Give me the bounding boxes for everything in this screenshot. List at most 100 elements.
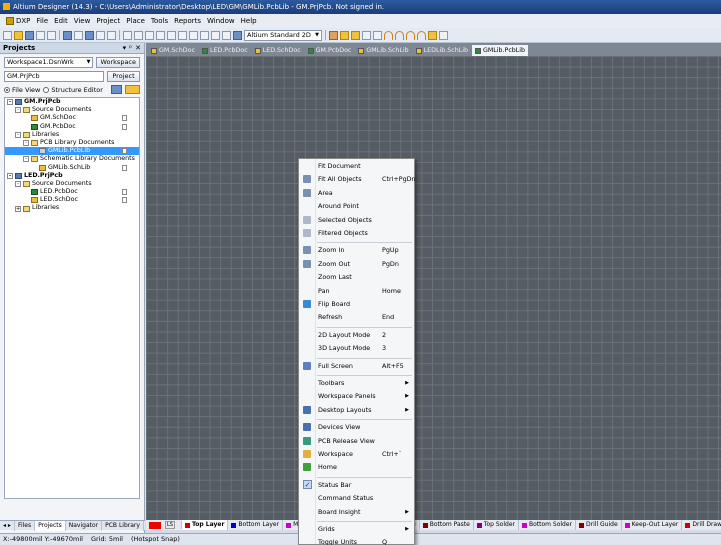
tree-item-libraries[interactable]: - Libraries	[5, 131, 139, 139]
workspace-button[interactable]: Workspace	[96, 57, 140, 68]
device-view-icon[interactable]	[63, 30, 72, 40]
tree-item-pcb-library-documents[interactable]: - PCB Library Documents	[5, 139, 139, 147]
paste-icon[interactable]	[145, 30, 154, 40]
zoom-fit-icon[interactable]	[85, 30, 94, 40]
project-options-icon[interactable]	[125, 85, 140, 94]
tree-item-led-schdoc[interactable]: LED.SchDoc	[5, 196, 139, 204]
zoom-selected-icon[interactable]	[107, 30, 116, 40]
layer-tab-top-solder[interactable]: Top Solder	[474, 520, 519, 530]
panel-tab-files[interactable]: Files	[15, 520, 36, 531]
menu-reports[interactable]: Reports	[171, 17, 204, 25]
menu-icon[interactable]: ▾	[123, 44, 127, 52]
project-field[interactable]: GM.PrjPcb	[4, 71, 104, 82]
arc-any-angle-icon[interactable]	[406, 30, 415, 40]
zoom-area-tool-icon[interactable]	[96, 30, 105, 40]
menu-item-home[interactable]: Home	[299, 461, 414, 473]
menu-item-pan[interactable]: Pan Home	[299, 285, 414, 297]
rubber-stamp-icon[interactable]	[156, 30, 165, 40]
tree-item-led-pcbdoc[interactable]: LED.PcbDoc	[5, 188, 139, 196]
tree-item-libraries[interactable]: + Libraries	[5, 204, 139, 212]
menu-item-workspace[interactable]: Workspace Ctrl+`	[299, 448, 414, 460]
menu-tools[interactable]: Tools	[148, 17, 171, 25]
expand-icon[interactable]: +	[15, 205, 21, 212]
project-button[interactable]: Project	[107, 71, 140, 82]
menu-item-toggle-units[interactable]: Toggle Units Q	[299, 536, 414, 545]
menu-item-pcb-release-view[interactable]: PCB Release View	[299, 435, 414, 447]
undo-icon[interactable]	[211, 30, 220, 40]
grid-icon[interactable]	[233, 30, 242, 40]
panel-tab-projects[interactable]: Projects	[35, 520, 66, 531]
menu-file[interactable]: File	[33, 17, 51, 25]
refresh-projects-icon[interactable]	[111, 85, 122, 94]
doc-tab-gm-schdoc[interactable]: GM.SchDoc	[148, 45, 198, 56]
menu-item-refresh[interactable]: Refresh End	[299, 311, 414, 323]
move-icon[interactable]	[178, 30, 187, 40]
menu-item-full-screen[interactable]: Full Screen Alt+F5	[299, 360, 414, 372]
menu-view[interactable]: View	[71, 17, 94, 25]
print-preview-icon[interactable]	[47, 30, 56, 40]
structure-editor-radio[interactable]: Structure Editor	[43, 86, 103, 94]
tree-item-led-prjpcb[interactable]: - LED.PrjPcb	[5, 172, 139, 180]
place-via-icon[interactable]	[351, 30, 360, 40]
collapse-icon[interactable]: -	[23, 156, 29, 163]
layer-tab-bottom-solder[interactable]: Bottom Solder	[519, 520, 577, 530]
menu-item-board-insight[interactable]: Board Insight ▶	[299, 506, 414, 518]
panel-tab-navigator[interactable]: Navigator	[66, 520, 103, 531]
menu-item-area[interactable]: Area	[299, 187, 414, 199]
tree-item-schematic-library-documents[interactable]: - Schematic Library Documents	[5, 155, 139, 163]
layer-tab-drill-guide[interactable]: Drill Guide	[576, 520, 622, 530]
tree-item-gm-prjpcb[interactable]: - GM.PrjPcb	[5, 98, 139, 106]
menu-dxp[interactable]: DXP	[3, 17, 33, 25]
menu-window[interactable]: Window	[204, 17, 238, 25]
layer-tab-drill-drawi[interactable]: Drill Drawi	[682, 520, 721, 530]
menu-item-desktop-layouts[interactable]: Desktop Layouts ▶	[299, 404, 414, 416]
redo-icon[interactable]	[222, 30, 231, 40]
place-coordinate-icon[interactable]	[373, 30, 382, 40]
menu-item-2d-layout-mode[interactable]: 2D Layout Mode 2	[299, 329, 414, 341]
tree-item-gmlib-schlib[interactable]: GMLib.SchLib	[5, 164, 139, 172]
pin-icon[interactable]: ᵖ	[129, 44, 132, 52]
doc-tab-led-schdoc[interactable]: LED.SchDoc	[252, 45, 304, 56]
doc-tab-led-pcbdoc[interactable]: LED.PcbDoc	[199, 45, 251, 56]
place-array-icon[interactable]	[439, 30, 448, 40]
layer-set-button[interactable]: LS	[146, 521, 182, 529]
menu-edit[interactable]: Edit	[51, 17, 71, 25]
menu-item-status-bar[interactable]: ✓ Status Bar	[299, 479, 414, 491]
collapse-icon[interactable]: -	[15, 180, 21, 187]
collapse-icon[interactable]: -	[23, 140, 29, 147]
arc-center-icon[interactable]	[384, 30, 393, 40]
print-icon[interactable]	[36, 30, 45, 40]
doc-tab-gmlib-schlib[interactable]: GMLib.SchLib	[355, 45, 411, 56]
menu-item-fit-all-objects[interactable]: Fit All Objects Ctrl+PgDn	[299, 173, 416, 185]
arc-edge-icon[interactable]	[395, 30, 404, 40]
collapse-icon[interactable]: -	[15, 131, 21, 138]
close-icon[interactable]: ✕	[135, 44, 141, 52]
doc-tab-gm-pcbdoc[interactable]: GM.PcbDoc	[305, 45, 355, 56]
place-string-icon[interactable]	[362, 30, 371, 40]
layer-tab-bottom-paste[interactable]: Bottom Paste	[420, 520, 474, 530]
menu-help[interactable]: Help	[238, 17, 260, 25]
menu-project[interactable]: Project	[93, 17, 123, 25]
layer-tab-bottom-layer[interactable]: Bottom Layer	[228, 520, 284, 530]
menu-item-zoom-out[interactable]: Zoom Out PgDn	[299, 258, 414, 270]
new-doc-icon[interactable]	[3, 30, 12, 40]
collapse-icon[interactable]: -	[15, 107, 21, 114]
panel-tabs-nav[interactable]: ◂ ▸	[0, 520, 15, 531]
select-area-icon[interactable]	[167, 30, 176, 40]
menu-item-around-point[interactable]: Around Point	[299, 200, 414, 212]
menu-item-toolbars[interactable]: Toolbars ▶	[299, 377, 414, 389]
place-pad-icon[interactable]	[340, 30, 349, 40]
workspace-select[interactable]: Workspace1.DsnWrk ▼	[4, 57, 94, 68]
save-icon[interactable]	[25, 30, 34, 40]
menu-item-command-status[interactable]: Command Status	[299, 492, 414, 504]
place-fill-icon[interactable]	[428, 30, 437, 40]
menu-item-devices-view[interactable]: Devices View	[299, 421, 414, 433]
layer-tab-keep-out-layer[interactable]: Keep-Out Layer	[622, 520, 683, 530]
collapse-icon[interactable]: -	[7, 99, 13, 106]
tree-item-gm-pcbdoc[interactable]: GM.PcbDoc	[5, 123, 139, 131]
menu-item-3d-layout-mode[interactable]: 3D Layout Mode 3	[299, 342, 414, 354]
deselect-icon[interactable]	[189, 30, 198, 40]
menu-item-grids[interactable]: Grids ▶	[299, 523, 414, 535]
doc-tab-ledlib-schlib[interactable]: LEDLib.SchLib	[413, 45, 471, 56]
menu-item-selected-objects[interactable]: Selected Objects	[299, 214, 414, 226]
